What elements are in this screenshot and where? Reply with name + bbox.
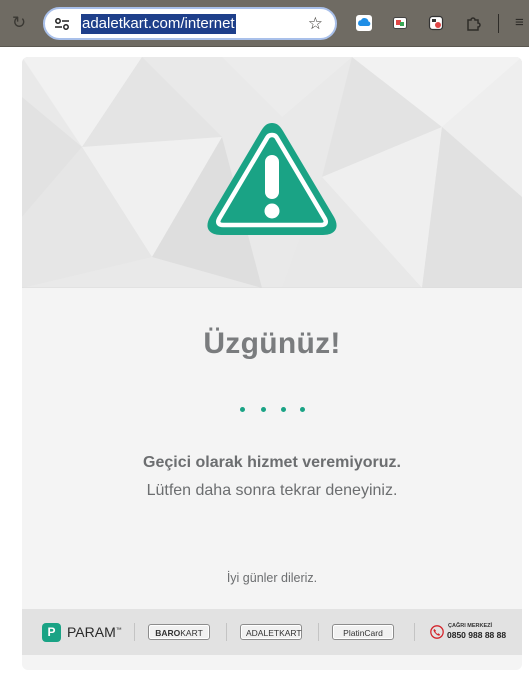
- screenshot-extension-icon[interactable]: [392, 15, 408, 31]
- param-badge-icon: P: [42, 623, 61, 642]
- retry-later-message: Lütfen daha sonra tekrar deneyiniz.: [146, 482, 398, 499]
- extensions-puzzle-icon[interactable]: [465, 15, 481, 31]
- error-card: Üzgünüz! Geçici olarak hizmet veremiyoru…: [22, 57, 522, 670]
- partner-logos-footer: P PARAM™ BAROKART ADALETKART PlatinCard …: [22, 609, 522, 655]
- barokart-logo-rest: KART: [180, 628, 203, 638]
- barokart-logo-bold: BARO: [155, 628, 181, 638]
- toolbar-divider: [498, 14, 499, 33]
- call-center-label: ÇAĞRI MERKEZİ: [448, 623, 492, 629]
- cloud-extension-icon[interactable]: [356, 15, 372, 31]
- logo-divider: [318, 623, 319, 641]
- logo-divider: [226, 623, 227, 641]
- call-center-number: 0850 988 88 88: [447, 630, 507, 640]
- barokart-logo: BAROKART: [148, 624, 210, 640]
- address-bar[interactable]: adaletkart.com/internet ☆: [43, 7, 337, 40]
- page-title: Üzgünüz!: [203, 327, 341, 360]
- adaletkart-logo: ADALETKART: [240, 624, 302, 640]
- site-settings-icon[interactable]: [54, 17, 70, 31]
- adaletkart-logo-text: ADALETKART: [246, 628, 302, 638]
- loading-dot: [300, 407, 305, 412]
- warning-icon: [207, 123, 337, 235]
- platincard-logo-text: PlatinCard: [343, 628, 383, 638]
- extension-icon-3[interactable]: [428, 15, 444, 31]
- loading-dot: [261, 407, 266, 412]
- reload-icon[interactable]: ↻: [9, 13, 29, 33]
- hero-banner: [22, 57, 522, 288]
- bookmark-star-icon[interactable]: ☆: [308, 13, 323, 35]
- loading-dot: [281, 407, 286, 412]
- loading-dot: [240, 407, 245, 412]
- phone-icon: [430, 625, 444, 639]
- closing-message: İyi günler dileriz.: [226, 571, 318, 585]
- logo-divider: [414, 623, 415, 641]
- logo-divider: [134, 623, 135, 641]
- url-text[interactable]: adaletkart.com/internet: [81, 14, 236, 34]
- menu-icon[interactable]: ≡: [515, 14, 524, 32]
- param-trademark: ™: [115, 627, 122, 634]
- platincard-logo: PlatinCard: [332, 624, 394, 640]
- browser-toolbar: ↻ adaletkart.com/internet ☆ ≡: [0, 0, 529, 47]
- service-unavailable-message: Geçici olarak hizmet veremiyoruz.: [143, 454, 401, 471]
- loading-dots: [238, 407, 308, 415]
- param-name: PARAM: [67, 624, 116, 640]
